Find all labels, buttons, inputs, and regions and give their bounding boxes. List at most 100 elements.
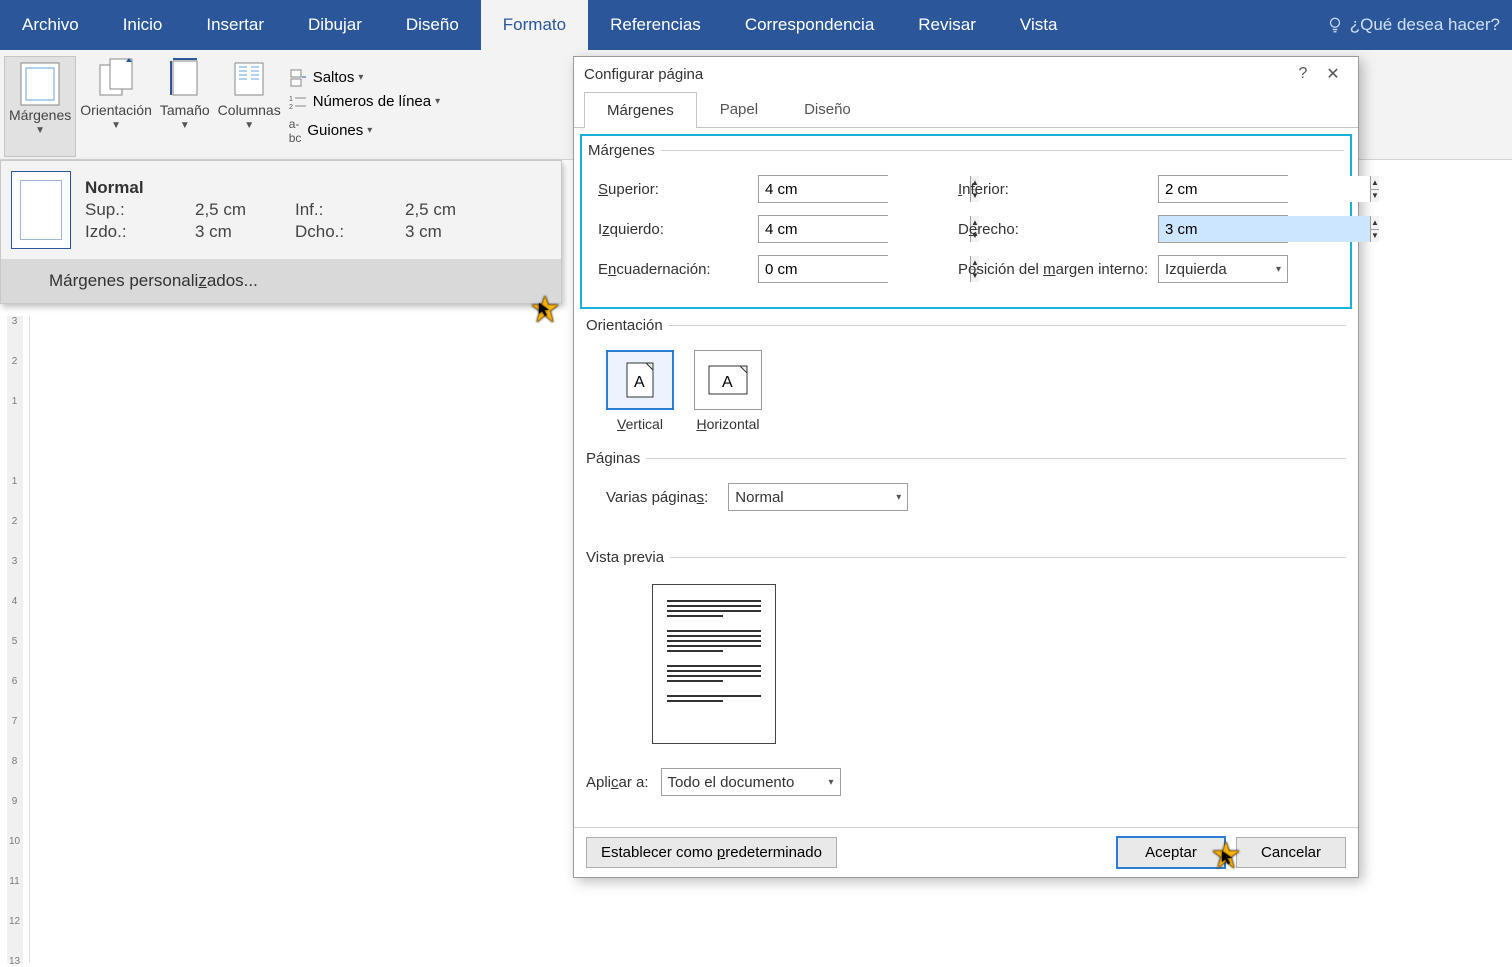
preview-legend: Vista previa: [586, 549, 670, 566]
custom-margins-item[interactable]: Márgenes personalizados...: [1, 259, 561, 303]
custom-margins-label: Márgenes personalizados...: [49, 271, 258, 290]
dialog-footer: Establecer como predeterminado Aceptar C…: [574, 827, 1358, 877]
landscape-icon: A: [694, 350, 762, 410]
bottom-margin-value[interactable]: [1159, 176, 1370, 202]
tab-formato[interactable]: Formato: [481, 0, 588, 50]
chevron-down-icon: ▼: [180, 120, 190, 131]
help-button[interactable]: ?: [1288, 65, 1318, 83]
left-margin-value[interactable]: [759, 216, 970, 242]
gutter-value[interactable]: [759, 256, 970, 282]
size-icon: [165, 56, 205, 102]
landscape-label: Horizontal: [694, 416, 762, 432]
tab-referencias[interactable]: Referencias: [588, 0, 723, 50]
preset-inf-val: 2,5 cm: [405, 200, 505, 220]
spin-up-icon[interactable]: ▲: [1371, 176, 1379, 190]
gutter-position-select[interactable]: Izquierda ▾: [1158, 255, 1288, 283]
left-margin-label: Izquierdo:: [598, 221, 758, 238]
chevron-down-icon: ▾: [829, 777, 834, 788]
left-margin-input[interactable]: ▲▼: [758, 215, 888, 243]
tell-me-text: ¿Qué desea hacer?: [1350, 15, 1500, 35]
cancel-button[interactable]: Cancelar: [1236, 837, 1346, 868]
preset-izq-label: Izdo.:: [85, 222, 195, 242]
line-numbers-button[interactable]: 12 Números de línea▾: [285, 90, 444, 114]
bottom-margin-input[interactable]: ▲▼: [1158, 175, 1288, 203]
apply-to-select[interactable]: Todo el documento ▾: [661, 768, 841, 796]
chevron-down-icon: ▾: [1276, 264, 1281, 275]
columns-button[interactable]: Columnas ▼: [214, 56, 285, 157]
tab-dibujar[interactable]: Dibujar: [286, 0, 384, 50]
orientation-landscape[interactable]: A Horizontal: [694, 350, 762, 432]
spin-up-icon[interactable]: ▲: [1371, 216, 1379, 230]
vertical-ruler[interactable]: 32112345678910111213: [0, 316, 30, 963]
preset-info: Normal Sup.: 2,5 cm Inf.: 2,5 cm Izdo.: …: [85, 178, 551, 242]
tab-diseno[interactable]: Diseño: [384, 0, 481, 50]
preview-thumbnail: [652, 584, 776, 744]
preset-sup-label: Sup.:: [85, 200, 195, 220]
pages-group: Páginas Varias páginas: Normal ▾: [586, 450, 1346, 519]
svg-text:1: 1: [289, 96, 293, 103]
orientation-legend: Orientación: [586, 317, 669, 334]
apply-to-label: Aplicar a:: [586, 774, 649, 791]
tab-correspondencia[interactable]: Correspondencia: [723, 0, 896, 50]
chevron-down-icon: ▼: [244, 120, 254, 131]
orientation-icon: [96, 56, 136, 102]
breaks-button[interactable]: Saltos▾: [285, 66, 444, 90]
lightbulb-icon: [1326, 16, 1344, 34]
tab-archivo[interactable]: Archivo: [0, 0, 101, 50]
orientation-button[interactable]: Orientación ▼: [76, 56, 156, 157]
chevron-down-icon: ▾: [435, 96, 440, 107]
set-as-default-button[interactable]: Establecer como predeterminado: [586, 837, 837, 868]
close-button[interactable]: ✕: [1318, 64, 1348, 84]
size-button[interactable]: Tamaño ▼: [156, 56, 214, 157]
spin-down-icon[interactable]: ▼: [1371, 190, 1379, 203]
top-margin-label: Superior:: [598, 181, 758, 198]
dialog-tab-margenes[interactable]: Márgenes: [584, 92, 697, 128]
tab-revisar[interactable]: Revisar: [896, 0, 998, 50]
margins-legend: Márgenes: [588, 142, 661, 159]
page-setup-dialog: Configurar página ? ✕ Márgenes Papel Dis…: [573, 56, 1359, 878]
pages-legend: Páginas: [586, 450, 646, 467]
chevron-down-icon: ▾: [367, 125, 372, 136]
tell-me-search[interactable]: ¿Qué desea hacer?: [1314, 0, 1512, 50]
margins-icon: [20, 61, 60, 107]
tab-inicio[interactable]: Inicio: [101, 0, 185, 50]
dialog-tabs: Márgenes Papel Diseño: [574, 91, 1358, 128]
right-margin-value[interactable]: [1159, 216, 1370, 242]
right-margin-input[interactable]: ▲▼: [1158, 215, 1288, 243]
ribbon-tabs: Archivo Inicio Insertar Dibujar Diseño F…: [0, 0, 1512, 50]
margins-button[interactable]: Márgenes ▼: [4, 56, 76, 157]
gutter-position-value: Izquierda: [1165, 261, 1227, 278]
tab-vista[interactable]: Vista: [998, 0, 1080, 50]
gutter-label: Encuadernación:: [598, 261, 758, 278]
tab-insertar[interactable]: Insertar: [184, 0, 286, 50]
multiple-pages-select[interactable]: Normal ▾: [728, 483, 908, 511]
dialog-tab-diseno[interactable]: Diseño: [781, 91, 874, 127]
dialog-title-text: Configurar página: [584, 66, 703, 83]
preset-sup-val: 2,5 cm: [195, 200, 295, 220]
multiple-pages-value: Normal: [735, 489, 783, 506]
margins-highlight-box: Márgenes Superior: ▲▼ Inferior: ▲▼ Izqui…: [580, 134, 1352, 309]
orientation-portrait[interactable]: A Vertical: [606, 350, 674, 432]
preset-thumb-icon: [11, 171, 71, 249]
apply-to-row: Aplicar a: Todo el documento ▾: [586, 768, 1346, 796]
portrait-label: Vertical: [606, 416, 674, 432]
ok-button[interactable]: Aceptar: [1116, 836, 1226, 869]
hyphenation-icon: a-bc: [289, 117, 302, 145]
dialog-tab-papel[interactable]: Papel: [697, 91, 781, 127]
top-margin-input[interactable]: ▲▼: [758, 175, 888, 203]
hyphenation-button[interactable]: a-bc Guiones▾: [285, 114, 444, 148]
dialog-titlebar: Configurar página ? ✕: [574, 57, 1358, 91]
preset-title: Normal: [85, 178, 551, 198]
gutter-input[interactable]: ▲▼: [758, 255, 888, 283]
chevron-down-icon: ▼: [35, 125, 45, 136]
size-label: Tamaño: [160, 102, 210, 118]
top-margin-value[interactable]: [759, 176, 970, 202]
preview-group: Vista previa: [586, 549, 1346, 750]
preset-der-val: 3 cm: [405, 222, 505, 242]
portrait-icon: A: [606, 350, 674, 410]
chevron-down-icon: ▾: [358, 72, 363, 83]
margins-preset-normal[interactable]: Normal Sup.: 2,5 cm Inf.: 2,5 cm Izdo.: …: [1, 161, 561, 259]
spin-down-icon[interactable]: ▼: [1371, 230, 1379, 243]
margins-label: Márgenes: [9, 107, 71, 123]
multiple-pages-label: Varias páginas:: [606, 489, 708, 506]
